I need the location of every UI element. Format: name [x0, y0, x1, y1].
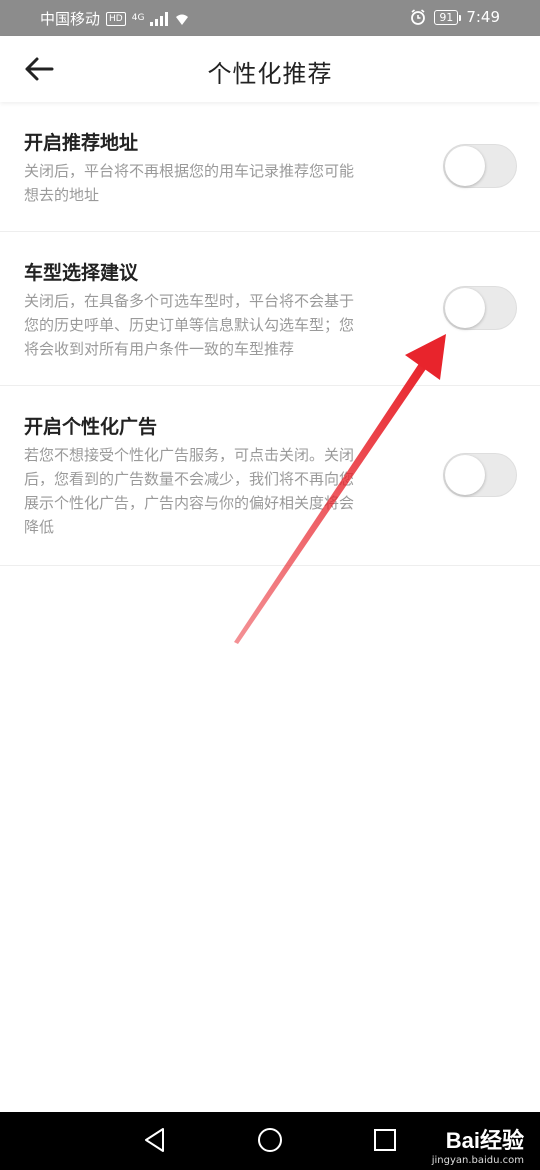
toggle-knob	[445, 288, 485, 328]
setting-row-recommend-address: 开启推荐地址 关闭后，平台将不再根据您的用车记录推荐您可能 想去的地址	[0, 102, 540, 232]
page-title: 个性化推荐	[207, 60, 333, 88]
setting-row-vehicle-suggestion: 车型选择建议 关闭后，在具备多个可选车型时，平台将不会基于 您的历史呼单、历史订…	[0, 232, 540, 386]
alarm-icon	[411, 9, 426, 25]
watermark: Bai经验 jingyan.baidu.com	[432, 1123, 524, 1166]
triangle-back-icon[interactable]	[143, 1127, 167, 1153]
personalized-ads-toggle[interactable]	[443, 453, 517, 497]
desc-line: 关闭后，平台将不再根据您的用车记录推荐您可能	[24, 162, 355, 180]
app-header: 个性化推荐	[0, 36, 540, 102]
network-type: 4G	[131, 13, 145, 23]
square-recents-icon[interactable]	[373, 1127, 397, 1153]
desc-line: 将会收到对所有用户条件一致的车型推荐	[24, 340, 295, 358]
setting-row-personalized-ads: 开启个性化广告 若您不想接受个性化广告服务，可点击关闭。关闭 后，您看到的广告数…	[0, 386, 540, 566]
wifi-icon	[176, 14, 189, 25]
settings-list: 开启推荐地址 关闭后，平台将不再根据您的用车记录推荐您可能 想去的地址 车型选择…	[0, 102, 540, 566]
desc-line: 展示个性化广告，广告内容与你的偏好相关度将会	[24, 494, 355, 512]
desc-line: 关闭后，在具备多个可选车型时，平台将不会基于	[24, 292, 355, 310]
desc-line: 若您不想接受个性化广告服务，可点击关闭。关闭	[24, 446, 355, 464]
status-right: 91 7:49	[410, 8, 500, 26]
setting-title: 开启推荐地址	[24, 132, 139, 154]
battery-indicator: 91	[434, 9, 462, 25]
watermark-brand: Bai经验	[445, 1128, 524, 1153]
setting-title: 车型选择建议	[24, 262, 139, 284]
setting-description: 关闭后，平台将不再根据您的用车记录推荐您可能 想去的地址	[24, 159, 410, 207]
vehicle-suggestion-toggle[interactable]	[443, 286, 517, 330]
watermark-url: jingyan.baidu.com	[431, 1155, 524, 1166]
clock: 7:49	[466, 8, 500, 26]
toggle-knob	[445, 455, 485, 495]
hd-badge: HD	[106, 11, 126, 26]
toggle-knob	[445, 146, 485, 186]
desc-line: 想去的地址	[24, 186, 100, 204]
status-bar: 中国移动 HD 4G 91 7:49	[0, 0, 540, 36]
setting-description: 关闭后，在具备多个可选车型时，平台将不会基于 您的历史呼单、历史订单等信息默认勾…	[24, 289, 410, 361]
carrier-name: 中国移动	[40, 10, 101, 28]
status-left: 中国移动 HD 4G	[40, 8, 190, 29]
signal-icon	[150, 11, 169, 26]
setting-title: 开启个性化广告	[24, 416, 158, 438]
recommend-address-toggle[interactable]	[443, 144, 517, 188]
circle-home-icon[interactable]	[257, 1127, 283, 1153]
setting-description: 若您不想接受个性化广告服务，可点击关闭。关闭 后，您看到的广告数量不会减少，我们…	[24, 443, 410, 539]
desc-line: 降低	[24, 518, 55, 536]
desc-line: 后，您看到的广告数量不会减少，我们将不再向您	[24, 470, 355, 488]
system-nav-bar: Bai经验 jingyan.baidu.com	[0, 1112, 540, 1170]
desc-line: 您的历史呼单、历史订单等信息默认勾选车型；您	[24, 316, 355, 334]
